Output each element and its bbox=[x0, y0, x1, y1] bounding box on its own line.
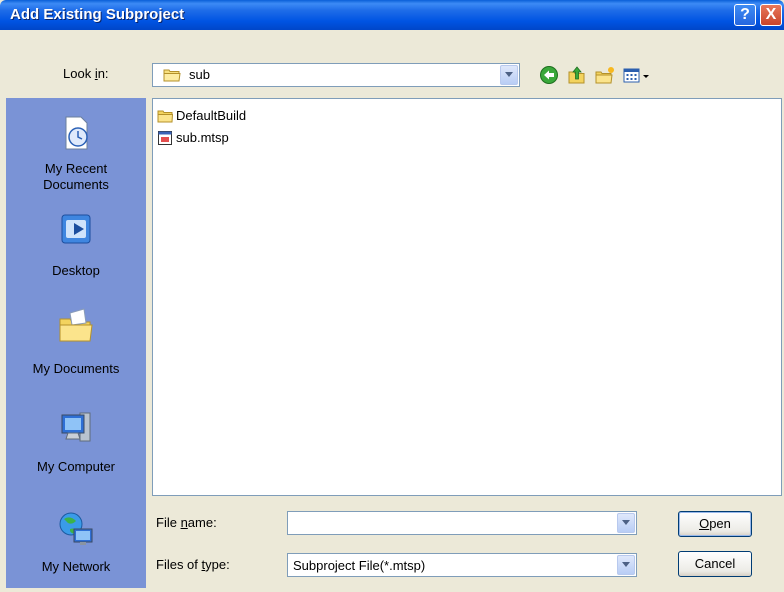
place-my-computer[interactable]: My Computer bbox=[7, 403, 145, 479]
chevron-down-icon bbox=[505, 72, 513, 77]
place-my-network[interactable]: My Network bbox=[7, 503, 145, 585]
my-documents-icon bbox=[59, 308, 93, 342]
help-button[interactable]: ? bbox=[734, 4, 756, 26]
look-in-value: sub bbox=[189, 67, 210, 82]
place-label: My Documents bbox=[32, 361, 120, 376]
recent-documents-icon bbox=[65, 116, 88, 150]
new-folder-icon[interactable] bbox=[594, 64, 616, 86]
back-icon[interactable] bbox=[538, 64, 560, 86]
open-button[interactable]: Open bbox=[678, 511, 752, 537]
folder-icon bbox=[157, 110, 173, 123]
chevron-down-icon bbox=[622, 520, 630, 525]
dialog-title: Add Existing Subproject bbox=[10, 6, 185, 23]
file-name-label: File name: bbox=[156, 515, 217, 530]
places-bar: My Recent Documents Desktop My Documents bbox=[6, 98, 146, 588]
cancel-button[interactable]: Cancel bbox=[678, 551, 752, 577]
my-computer-icon bbox=[61, 412, 91, 442]
file-name: DefaultBuild bbox=[176, 108, 247, 123]
place-my-documents[interactable]: My Documents bbox=[7, 303, 145, 379]
place-desktop[interactable]: Desktop bbox=[7, 207, 145, 283]
close-icon: X bbox=[765, 6, 777, 23]
files-of-type-dropdown-button[interactable] bbox=[617, 555, 635, 575]
desktop-icon bbox=[61, 214, 91, 244]
view-menu-icon[interactable] bbox=[622, 64, 652, 86]
file-name-dropdown-button[interactable] bbox=[617, 513, 635, 533]
folder-icon bbox=[163, 69, 181, 82]
close-button[interactable]: X bbox=[760, 4, 782, 26]
file-name: sub.mtsp bbox=[176, 130, 229, 145]
my-network-icon bbox=[59, 512, 93, 545]
place-label: My Computer bbox=[36, 459, 116, 474]
place-label: My Network bbox=[41, 559, 111, 574]
files-of-type-dropdown[interactable]: Subproject File(*.mtsp) bbox=[287, 553, 637, 577]
place-my-recent-documents[interactable]: My Recent Documents bbox=[7, 105, 145, 201]
look-in-dropdown[interactable]: sub bbox=[152, 63, 520, 87]
files-of-type-label: Files of type: bbox=[156, 557, 230, 572]
up-folder-icon[interactable] bbox=[566, 64, 588, 86]
look-in-dropdown-button[interactable] bbox=[500, 65, 518, 85]
look-in-label: Look in: bbox=[63, 66, 109, 81]
title-bar[interactable]: Add Existing Subproject ? X bbox=[0, 0, 784, 30]
file-list[interactable]: DefaultBuild sub.mtsp bbox=[152, 98, 782, 496]
file-name-input[interactable] bbox=[287, 511, 637, 535]
place-label-line2: Documents bbox=[43, 177, 109, 192]
mtsp-file-icon bbox=[158, 131, 172, 145]
chevron-down-icon bbox=[622, 562, 630, 567]
add-existing-subproject-dialog: Add Existing Subproject ? X Look in: sub bbox=[0, 0, 784, 592]
place-label: Desktop bbox=[52, 263, 100, 278]
place-label: My Recent bbox=[44, 161, 108, 176]
help-icon: ? bbox=[740, 6, 750, 23]
files-of-type-value: Subproject File(*.mtsp) bbox=[293, 558, 426, 573]
